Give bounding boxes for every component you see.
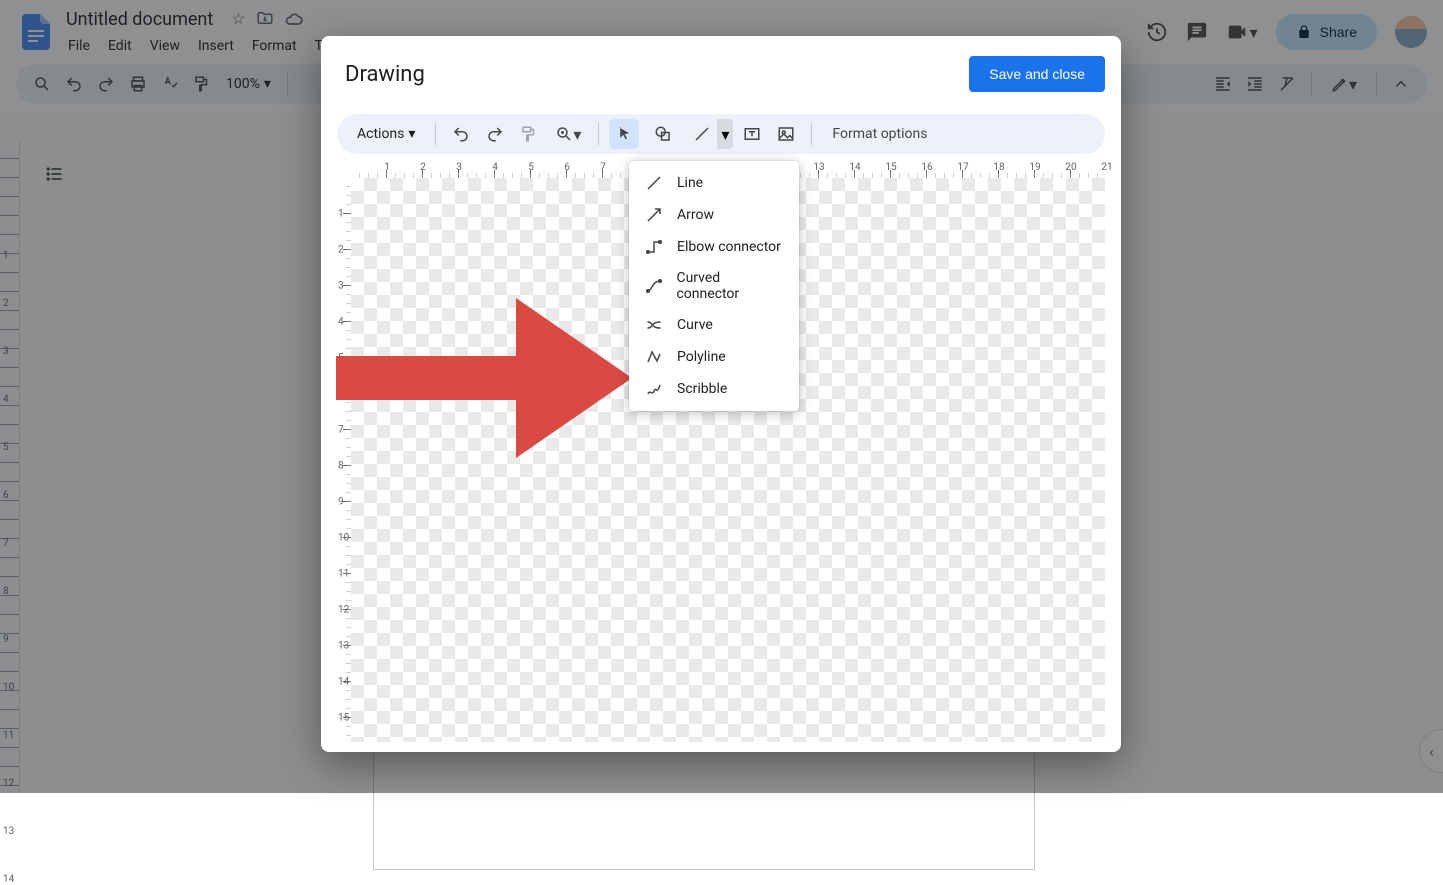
ruler-tick-label: 5 xyxy=(528,162,534,173)
menu-item-elbow-connector[interactable]: Elbow connector xyxy=(629,231,799,263)
ruler-tick-label: 20 xyxy=(1065,162,1076,173)
zoom-icon[interactable]: ▾ xyxy=(548,119,588,149)
ruler-tick-label: 19 xyxy=(1029,162,1040,173)
ruler-tick-label: 15 xyxy=(885,162,896,173)
menu-item-label: Curved connector xyxy=(676,270,783,302)
format-options-button[interactable]: Format options xyxy=(832,126,927,142)
ruler-tick-label: 14 xyxy=(3,874,14,885)
menu-item-polyline[interactable]: Polyline xyxy=(629,341,799,373)
shape-tool-icon[interactable] xyxy=(643,119,683,149)
menu-item-line[interactable]: Line xyxy=(629,167,799,199)
ruler-tick-label: 13 xyxy=(813,162,824,173)
ruler-tick-label: 18 xyxy=(993,162,1004,173)
menu-item-label: Curve xyxy=(677,317,713,333)
dialog-title: Drawing xyxy=(345,62,425,87)
ruler-tick-label: 15 xyxy=(338,713,349,724)
save-and-close-button[interactable]: Save and close xyxy=(969,56,1105,92)
ruler-tick-label: 14 xyxy=(338,677,349,688)
ruler-tick-label: 2 xyxy=(420,162,426,173)
ruler-tick-label: 3 xyxy=(456,162,462,173)
paint-format-icon[interactable] xyxy=(514,119,544,149)
polyline-icon xyxy=(645,348,663,366)
menu-item-curved-connector[interactable]: Curved connector xyxy=(629,263,799,309)
menu-item-label: Scribble xyxy=(677,381,727,397)
ruler-tick-label: 10 xyxy=(338,533,349,544)
curve-icon xyxy=(645,316,663,334)
elbow-connector-icon xyxy=(645,238,663,256)
line-icon xyxy=(645,174,663,192)
ruler-tick-label: 7 xyxy=(600,162,606,173)
actions-menu-button[interactable]: Actions ▾ xyxy=(347,120,425,148)
ruler-tick-label: 2 xyxy=(338,245,344,256)
select-tool-icon[interactable] xyxy=(609,119,639,149)
drawing-toolbar: Actions ▾ ▾ ▾ Format options xyxy=(337,114,1105,154)
ruler-tick-label: 9 xyxy=(338,497,344,508)
ruler-tick-label: 6 xyxy=(564,162,570,173)
ruler-tick-label: 4 xyxy=(492,162,498,173)
ruler-tick-label: 1 xyxy=(384,162,390,173)
line-tool-dropdown-icon[interactable]: ▾ xyxy=(717,119,733,149)
image-tool-icon[interactable] xyxy=(771,119,801,149)
ruler-tick-label: 13 xyxy=(3,826,14,837)
ruler-tick-label: 11 xyxy=(338,569,349,580)
menu-item-label: Elbow connector xyxy=(677,239,781,255)
line-tool-icon[interactable] xyxy=(687,119,717,149)
redo-icon[interactable] xyxy=(480,119,510,149)
scribble-icon xyxy=(645,380,663,398)
arrow-icon xyxy=(645,206,663,224)
line-tool-menu: Line Arrow Elbow connector Curved connec… xyxy=(629,161,799,411)
ruler-tick-label: 1 xyxy=(338,209,344,220)
textbox-tool-icon[interactable] xyxy=(737,119,767,149)
menu-item-label: Line xyxy=(677,175,703,191)
ruler-tick-label: 16 xyxy=(921,162,932,173)
menu-item-label: Arrow xyxy=(677,207,714,223)
curved-connector-icon xyxy=(645,277,662,295)
ruler-tick-label: 14 xyxy=(849,162,860,173)
ruler-tick-label: 12 xyxy=(338,605,349,616)
ruler-tick-label: 21 xyxy=(1101,162,1112,173)
menu-item-arrow[interactable]: Arrow xyxy=(629,199,799,231)
undo-icon[interactable] xyxy=(446,119,476,149)
menu-item-curve[interactable]: Curve xyxy=(629,309,799,341)
ruler-tick-label: 17 xyxy=(957,162,968,173)
ruler-tick-label: 13 xyxy=(338,641,349,652)
menu-item-label: Polyline xyxy=(677,349,726,365)
annotation-arrow xyxy=(336,288,636,468)
menu-item-scribble[interactable]: Scribble xyxy=(629,373,799,405)
